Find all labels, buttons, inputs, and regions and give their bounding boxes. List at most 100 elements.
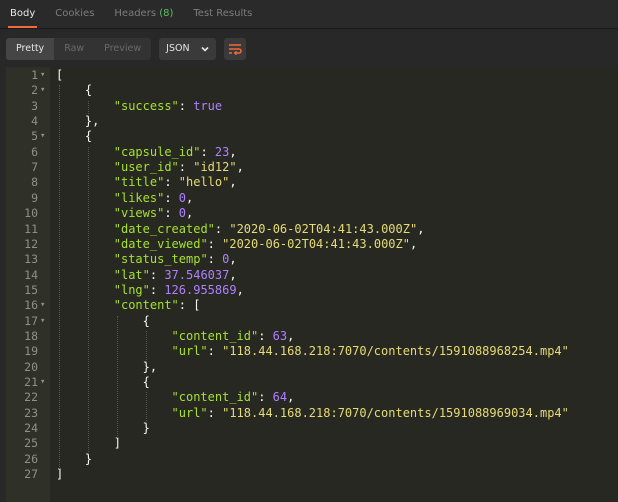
code-token: ]: [56, 467, 64, 482]
code-token: ,: [186, 190, 194, 205]
code-text: "content_id": 64,: [172, 390, 295, 405]
line-number: 5: [31, 129, 38, 144]
line-number: 10: [24, 206, 38, 221]
fold-toggle-icon[interactable]: ▾: [40, 68, 45, 83]
code-line: 2 ▾ {: [6, 83, 618, 98]
tab-cookies[interactable]: Cookies: [45, 0, 104, 28]
code-text: "content": [: [114, 298, 201, 313]
code-line: 20},: [6, 360, 618, 375]
raw-button[interactable]: Raw: [54, 37, 95, 60]
code-line: 4},: [6, 114, 618, 129]
code-token: "content": [113, 298, 179, 313]
fold-toggle-icon[interactable]: ▾: [40, 83, 45, 98]
code-text: "success": true: [114, 99, 222, 114]
code-token: },: [142, 359, 158, 374]
code-token: "status_temp": [113, 252, 208, 267]
line-number: 25: [24, 436, 38, 451]
view-mode-selector: Pretty Raw Preview: [6, 37, 152, 60]
code-line: 6 "capsule_id": 23,: [6, 145, 618, 160]
response-toolbar: Pretty Raw Preview JSON: [0, 29, 618, 68]
fold-toggle-icon[interactable]: ▾: [40, 314, 45, 329]
code-token: },: [84, 114, 100, 129]
code-token: 23: [214, 144, 230, 159]
code-token: :: [207, 252, 223, 267]
code-line: 26}: [6, 452, 618, 467]
code-token: ,: [417, 221, 425, 236]
code-token: "118.44.168.218:7070/contents/1591088969…: [222, 405, 569, 420]
indent-guide: [116, 315, 118, 439]
code-token: "lat": [113, 267, 150, 282]
code-token: "likes": [113, 190, 165, 205]
code-token: ,: [409, 236, 418, 251]
code-token: "content_id": [171, 328, 259, 343]
code-line: 9 "likes": 0,: [6, 191, 618, 206]
code-token: "views": [113, 206, 165, 221]
code-token: ,: [236, 282, 244, 297]
code-token: ,: [229, 252, 237, 267]
fold-toggle-icon[interactable]: ▾: [40, 129, 45, 144]
line-number: 9: [31, 190, 38, 205]
code-token: "id12": [193, 160, 237, 175]
wrap-lines-button[interactable]: [223, 37, 246, 60]
format-select-value: JSON: [166, 43, 190, 54]
code-text: "date_created": "2020-06-02T04:41:43.000…: [114, 222, 425, 237]
code-text: },: [143, 360, 157, 375]
line-number: 4: [31, 114, 38, 129]
code-token: "content_id": [171, 390, 259, 405]
code-line: 15 "lng": 126.955869,: [6, 283, 618, 298]
indent-guide: [87, 146, 89, 454]
code-text: }: [143, 421, 150, 436]
tab-body[interactable]: Body: [0, 0, 45, 28]
line-number: 13: [24, 252, 38, 267]
indent-guide: [87, 100, 89, 117]
code-line: 7 "user_id": "id12",: [6, 160, 618, 175]
fold-toggle-icon[interactable]: ▾: [40, 298, 45, 313]
line-number: 8: [31, 175, 38, 190]
code-token: ,: [229, 267, 237, 282]
code-token: "url": [171, 405, 208, 420]
code-token: :: [200, 144, 215, 159]
line-number: 1: [31, 68, 38, 82]
indent-guide: [145, 392, 147, 424]
code-token: }: [84, 451, 93, 466]
fold-toggle-icon[interactable]: ▾: [40, 375, 45, 390]
code-text: "title": "hello",: [114, 175, 237, 190]
code-token: {: [142, 375, 150, 389]
tab-body-label: Body: [10, 8, 36, 19]
line-number: 24: [24, 421, 38, 436]
code-token: "date_created": [113, 221, 215, 236]
line-number: 27: [24, 467, 38, 482]
code-token: :: [149, 267, 165, 282]
code-token: :: [207, 236, 223, 251]
code-line: 14 "lat": 37.546037,: [6, 268, 618, 283]
tab-test-results[interactable]: Test Results: [183, 0, 262, 28]
code-text: "url": "118.44.168.218:7070/contents/159…: [172, 406, 569, 421]
code-token: :: [164, 175, 179, 190]
code-text: "likes": 0,: [114, 191, 194, 206]
response-body-editor[interactable]: 1 ▾[2 ▾{3 "success": true 4}, 5 ▾{6 "capsule_id…: [6, 67, 618, 502]
code-token: true: [193, 98, 223, 113]
code-text: "user_id": "id12",: [114, 160, 244, 175]
tab-headers[interactable]: Headers (8): [104, 0, 183, 28]
code-line: 17 ▾ {: [6, 314, 618, 329]
code-token: : [: [178, 298, 201, 313]
code-line: 8 "title": "hello",: [6, 175, 618, 190]
line-number: 15: [24, 282, 38, 297]
format-select[interactable]: JSON: [159, 37, 216, 60]
code-token: 64: [272, 390, 288, 405]
code-token: "lng": [113, 282, 150, 297]
code-line: 24}: [6, 421, 618, 436]
line-number: 19: [24, 344, 38, 359]
code-line: 10 "views": 0,: [6, 206, 618, 221]
code-line: 1 ▾ [: [6, 68, 618, 83]
line-number: 26: [24, 451, 38, 466]
preview-button[interactable]: Preview: [94, 37, 152, 60]
pretty-button[interactable]: Pretty: [6, 37, 55, 60]
code-line: 16 ▾ "content": [: [6, 298, 618, 313]
code-line: 18 "content_id": 63,: [6, 329, 618, 344]
tab-headers-label: Headers: [114, 8, 157, 19]
response-tabs: Body Cookies Headers (8) Test Results: [0, 0, 618, 29]
code-token: {: [142, 313, 150, 328]
line-number: 21: [24, 375, 38, 389]
indent-guide: [59, 85, 60, 470]
